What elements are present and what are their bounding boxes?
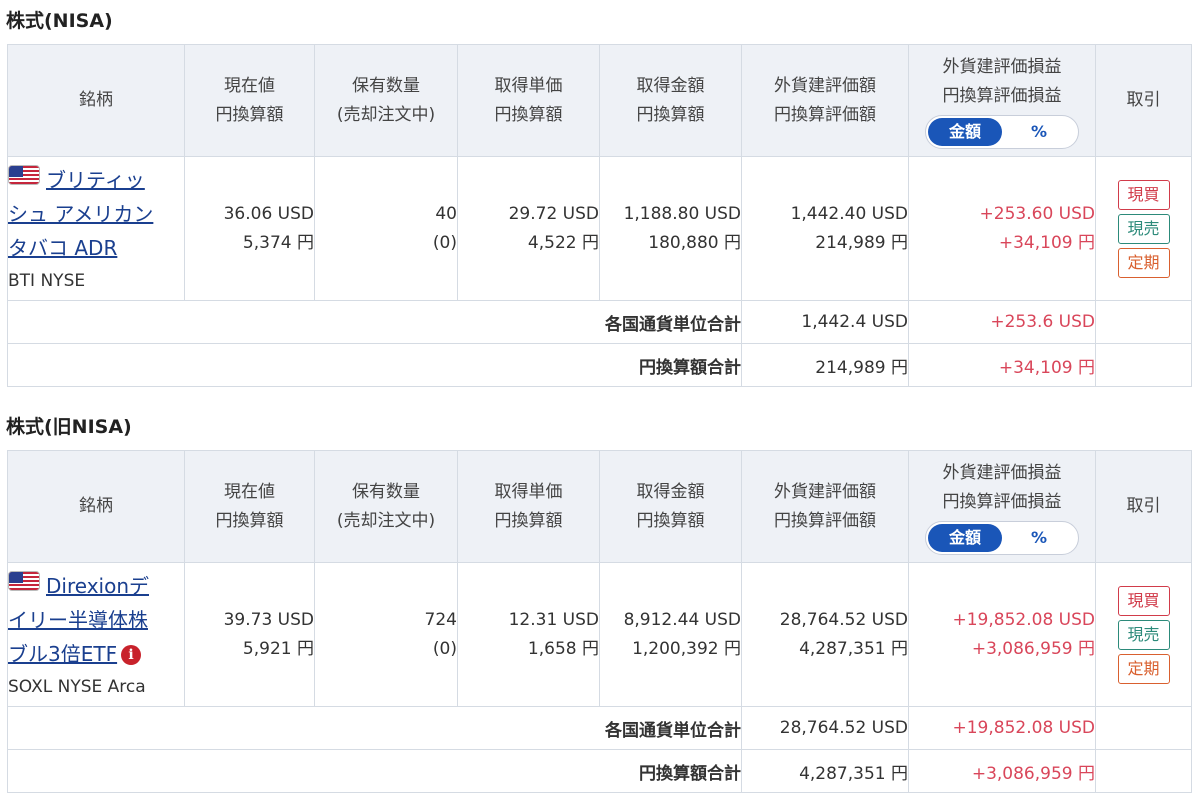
profit-display-toggle[interactable]: 金額 % [925,520,1079,555]
toggle-amount[interactable]: 金額 [928,523,1002,552]
currency-total-profit: +253.6 USD [908,300,1096,344]
current-price-cell: 36.06 USD 5,374 円 [184,156,315,301]
header-valuation: 外貨建評価額 円換算評価額 [741,44,909,157]
sell-button[interactable]: 現売 [1117,619,1170,650]
currency-total-profit: +19,852.08 USD [908,706,1096,750]
ticker-label: SOXL NYSE Arca [8,676,146,697]
currency-total-row: 各国通貨単位合計 1,442.4 USD +253.6 USD [7,300,1192,344]
profit-cell: +253.60 USD +34,109 円 [908,156,1096,301]
unit-cost-cell: 29.72 USD 4,522 円 [457,156,600,301]
profit-display-toggle[interactable]: 金額 % [925,114,1079,149]
buy-button[interactable]: 現買 [1117,585,1170,616]
blank-cell [1095,749,1192,793]
currency-total-label: 各国通貨単位合計 [7,300,742,344]
jpy-total-label: 円換算額合計 [7,343,742,387]
jpy-total-value: 4,287,351 円 [741,749,909,793]
header-total-cost: 取得金額 円換算額 [599,44,742,157]
unit-cost-cell: 12.31 USD 1,658 円 [457,562,600,707]
holdings-table-nisa: 銘柄 現在値 円換算額 保有数量 (売却注文中) 取得単価 円換算額 取得金額 … [7,44,1192,387]
header-trade: 取引 [1095,450,1192,563]
holdings-table-old-nisa: 銘柄 現在値 円換算額 保有数量 (売却注文中) 取得単価 円換算額 取得金額 … [7,450,1192,793]
section-title-nisa: 株式(NISA) [6,10,113,32]
header-trade: 取引 [1095,44,1192,157]
jpy-total-row: 円換算額合計 214,989 円 +34,109 円 [7,343,1192,387]
header-valuation: 外貨建評価額 円換算評価額 [741,450,909,563]
currency-total-value: 1,442.4 USD [741,300,909,344]
toggle-percent[interactable]: % [1002,524,1076,552]
us-flag-icon [8,570,40,591]
header-current: 現在値 円換算額 [184,450,315,563]
total-cost-cell: 8,912.44 USD 1,200,392 円 [599,562,742,707]
profit-cell: +19,852.08 USD +3,086,959 円 [908,562,1096,707]
jpy-total-profit: +3,086,959 円 [908,749,1096,793]
currency-total-value: 28,764.52 USD [741,706,909,750]
table-row: Direxionデ イリー半導体株 ブル3倍ETF i SOXL NYSE Arca … [7,562,1192,707]
toggle-amount[interactable]: 金額 [928,117,1002,146]
header-profit: 外貨建評価損益 円換算評価損益 金額 % [908,450,1096,563]
jpy-total-value: 214,989 円 [741,343,909,387]
header-quantity: 保有数量 (売却注文中) [314,44,458,157]
trade-cell: 現買 現売 定期 [1095,562,1192,707]
header-name: 銘柄 [7,44,185,157]
header-name: 銘柄 [7,450,185,563]
table-row: ブリティッ シュ アメリカン タバコ ADR BTI NYSE 36.06 USD … [7,156,1192,301]
us-flag-icon [8,164,40,185]
currency-total-label: 各国通貨単位合計 [7,706,742,750]
header-current: 現在値 円換算額 [184,44,315,157]
sell-button[interactable]: 現売 [1117,213,1170,244]
jpy-total-label: 円換算額合計 [7,749,742,793]
header-quantity: 保有数量 (売却注文中) [314,450,458,563]
toggle-percent[interactable]: % [1002,118,1076,146]
current-price-cell: 39.73 USD 5,921 円 [184,562,315,707]
stock-name-cell: ブリティッ シュ アメリカン タバコ ADR BTI NYSE [7,156,185,301]
info-icon[interactable]: i [121,644,142,665]
total-cost-cell: 1,188.80 USD 180,880 円 [599,156,742,301]
buy-button[interactable]: 現買 [1117,179,1170,210]
blank-cell [1095,706,1192,750]
currency-total-row: 各国通貨単位合計 28,764.52 USD +19,852.08 USD [7,706,1192,750]
quantity-cell: 40 (0) [314,156,458,301]
header-unit-cost: 取得単価 円換算額 [457,450,600,563]
ticker-label: BTI NYSE [8,270,86,291]
valuation-cell: 28,764.52 USD 4,287,351 円 [741,562,909,707]
periodic-button[interactable]: 定期 [1117,653,1170,684]
header-total-cost: 取得金額 円換算額 [599,450,742,563]
jpy-total-profit: +34,109 円 [908,343,1096,387]
stock-name-cell: Direxionデ イリー半導体株 ブル3倍ETF i SOXL NYSE Arca [7,562,185,707]
jpy-total-row: 円換算額合計 4,287,351 円 +3,086,959 円 [7,749,1192,793]
header-profit: 外貨建評価損益 円換算評価損益 金額 % [908,44,1096,157]
section-title-old-nisa: 株式(旧NISA) [6,416,132,438]
blank-cell [1095,343,1192,387]
blank-cell [1095,300,1192,344]
header-unit-cost: 取得単価 円換算額 [457,44,600,157]
valuation-cell: 1,442.40 USD 214,989 円 [741,156,909,301]
quantity-cell: 724 (0) [314,562,458,707]
trade-cell: 現買 現売 定期 [1095,156,1192,301]
periodic-button[interactable]: 定期 [1117,247,1170,278]
